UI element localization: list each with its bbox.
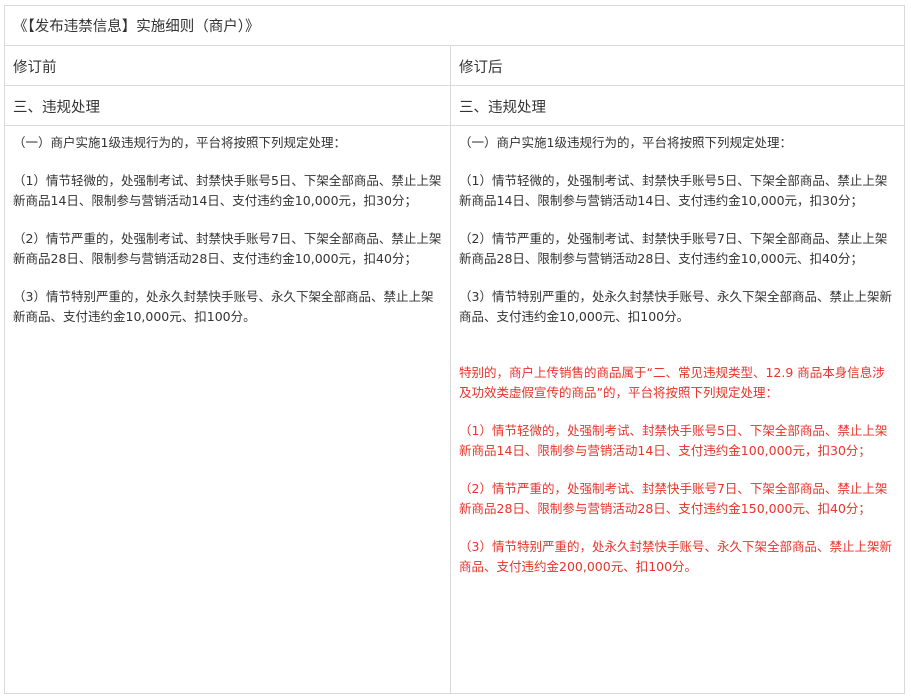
- before-header: 修订前: [4, 45, 451, 86]
- before-paragraph: （1）情节轻微的，处强制考试、封禁快手账号5日、下架全部商品、禁止上架新商品14…: [13, 173, 442, 208]
- before-paragraph: （3）情节特别严重的，处永久封禁快手账号、永久下架全部商品、禁止上架新商品、支付…: [13, 289, 434, 324]
- after-section-title: 三、违规处理: [450, 85, 905, 126]
- after-paragraph: （2）情节严重的，处强制考试、封禁快手账号7日、下架全部商品、禁止上架新商品28…: [459, 231, 888, 266]
- after-content: （一）商户实施1级违规行为的，平台将按照下列规定处理： （1）情节轻微的，处强制…: [450, 125, 905, 694]
- section-row: 三、违规处理 三、违规处理: [4, 85, 905, 126]
- before-paragraph: （2）情节严重的，处强制考试、封禁快手账号7日、下架全部商品、禁止上架新商品28…: [13, 231, 442, 266]
- added-paragraph: （1）情节轻微的，处强制考试、封禁快手账号5日、下架全部商品、禁止上架新商品14…: [459, 423, 888, 458]
- added-paragraph: （3）情节特别严重的，处永久封禁快手账号、永久下架全部商品、禁止上架新商品、支付…: [459, 539, 892, 574]
- header-row: 修订前 修订后: [4, 45, 905, 86]
- before-content: （一）商户实施1级违规行为的，平台将按照下列规定处理： （1）情节轻微的，处强制…: [4, 125, 451, 694]
- after-paragraph: （3）情节特别严重的，处永久封禁快手账号、永久下架全部商品、禁止上架新商品、支付…: [459, 289, 892, 324]
- after-header: 修订后: [450, 45, 905, 86]
- before-section-title: 三、违规处理: [4, 85, 451, 126]
- after-paragraph: （1）情节轻微的，处强制考试、封禁快手账号5日、下架全部商品、禁止上架新商品14…: [459, 173, 888, 208]
- revision-table: 《【发布违禁信息】实施细则（商户）》 修订前 修订后 三、违规处理 三、违规处理…: [4, 5, 905, 694]
- added-paragraph: 特别的，商户上传销售的商品属于“二、常见违规类型、12.9 商品本身信息涉及功效…: [459, 365, 885, 400]
- after-paragraph: （一）商户实施1级违规行为的，平台将按照下列规定处理：: [459, 135, 792, 150]
- before-paragraph: （一）商户实施1级违规行为的，平台将按照下列规定处理：: [13, 135, 346, 150]
- title-row: 《【发布违禁信息】实施细则（商户）》: [4, 5, 905, 46]
- content-row: （一）商户实施1级违规行为的，平台将按照下列规定处理： （1）情节轻微的，处强制…: [4, 125, 905, 694]
- document-title: 《【发布违禁信息】实施细则（商户）》: [4, 5, 905, 46]
- added-paragraph: （2）情节严重的，处强制考试、封禁快手账号7日、下架全部商品、禁止上架新商品28…: [459, 481, 888, 516]
